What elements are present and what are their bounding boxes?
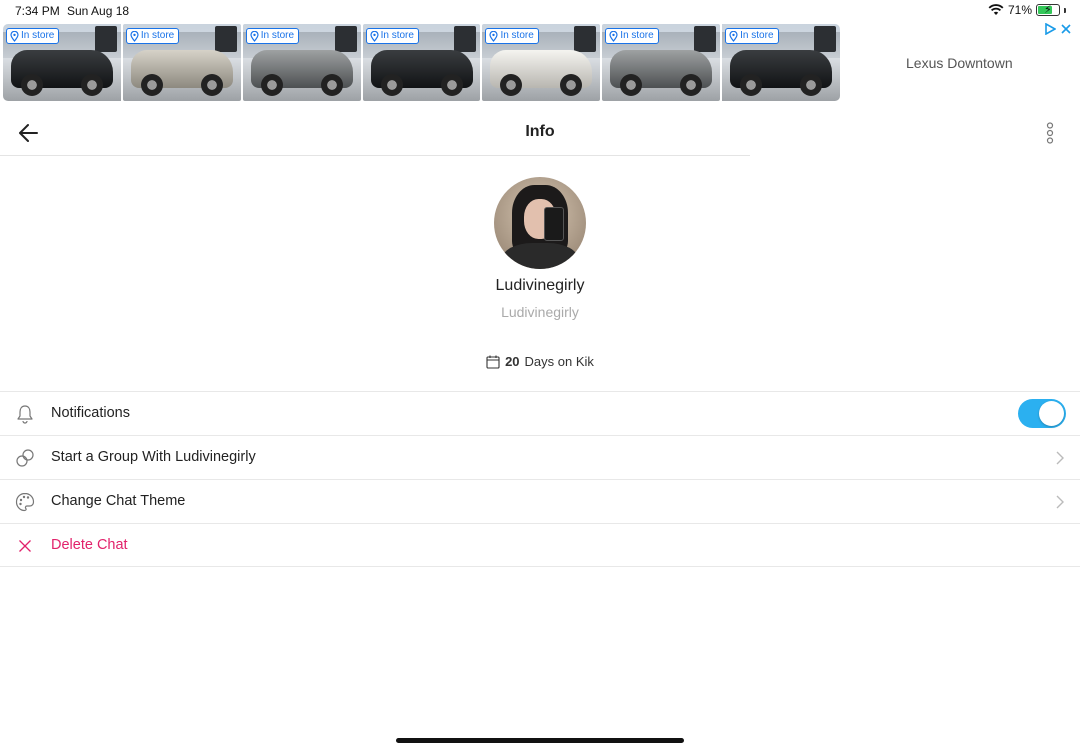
wifi-icon [988, 4, 1004, 15]
avatar-phone [544, 207, 564, 241]
username: Ludivinegirly [501, 304, 579, 320]
toggle-knob [1039, 401, 1064, 426]
ad-advertiser-name[interactable]: Lexus Downtown [906, 55, 1013, 71]
ad-car-card[interactable]: In store [242, 24, 361, 101]
home-indicator[interactable] [396, 738, 684, 743]
chevron-right-icon [1056, 495, 1064, 509]
avatar-body [502, 243, 578, 269]
wheel [440, 74, 463, 96]
start-group-row[interactable]: Start a Group With Ludivinegirly [0, 435, 1080, 479]
ad-car-card[interactable]: In store [122, 24, 241, 101]
x-icon [19, 540, 31, 552]
status-time: 7:34 PM [15, 4, 60, 18]
ad-car-card[interactable]: In store [3, 24, 121, 101]
lexus-sign [454, 26, 477, 52]
page-title: Info [525, 123, 555, 140]
display-name: Ludivinegirly [495, 277, 585, 294]
in-store-label: In store [740, 30, 774, 41]
delete-chat-label: Delete Chat [51, 537, 128, 553]
wheel [620, 74, 643, 96]
header-divider [0, 155, 750, 156]
in-store-label: In store [140, 30, 175, 41]
in-store-label: In store [500, 30, 534, 41]
in-store-badge: In store [6, 28, 60, 44]
wheel [500, 74, 523, 96]
avatar[interactable] [494, 177, 586, 269]
days-on-kik: 20 Days on Kik [0, 354, 1080, 369]
in-store-badge: In store [725, 28, 779, 44]
wheel [21, 74, 43, 96]
in-store-badge: In store [365, 28, 419, 44]
pin-icon [729, 30, 738, 42]
days-count: 20 [505, 354, 520, 369]
info-header: Info [0, 110, 1080, 156]
pin-icon [250, 30, 259, 42]
palette-icon [15, 492, 35, 512]
calendar-icon [486, 355, 500, 369]
wheel [380, 74, 403, 96]
in-store-badge: In store [125, 28, 180, 44]
ad-car-card[interactable]: In store [482, 24, 601, 101]
chevron-right-icon [1056, 451, 1064, 465]
more-options-button[interactable] [1042, 122, 1058, 144]
lexus-sign [814, 26, 837, 52]
charging-bolt-icon: ⚡ [1044, 4, 1052, 16]
in-store-label: In store [620, 30, 654, 41]
wheel [260, 74, 283, 96]
ad-choices-icon[interactable] [1044, 23, 1056, 35]
lexus-sign [694, 26, 717, 52]
status-date: Sun Aug 18 [67, 4, 130, 18]
pin-icon [369, 30, 379, 42]
notifications-toggle[interactable] [1018, 399, 1066, 428]
status-indicators: 71% ⚡ [988, 3, 1066, 17]
wheel [800, 74, 823, 96]
lexus-sign [574, 26, 597, 52]
pin-icon [10, 30, 19, 42]
settings-list: Notifications Start a Group With Ludivin… [0, 391, 1080, 567]
pin-icon [609, 30, 618, 42]
vertical-dots-icon[interactable] [1042, 122, 1058, 144]
in-store-label: In store [380, 30, 414, 41]
lexus-sign [334, 26, 357, 52]
wheel [740, 74, 763, 96]
notifications-row[interactable]: Notifications [0, 391, 1080, 435]
wheel [320, 74, 343, 96]
wheel [560, 74, 583, 96]
notifications-label: Notifications [51, 405, 130, 421]
in-store-label: In store [21, 30, 55, 41]
ad-car-card[interactable]: In store [602, 24, 721, 101]
ad-choices[interactable] [1044, 23, 1072, 35]
start-group-label: Start a Group With Ludivinegirly [51, 449, 256, 465]
wheel [81, 74, 103, 96]
ad-banner[interactable]: In store In store In store In store In s… [0, 22, 1080, 104]
lexus-sign [94, 26, 117, 52]
in-store-badge: In store [485, 28, 539, 44]
bell-icon [17, 405, 33, 424]
in-store-label: In store [260, 30, 295, 41]
delete-chat-row[interactable]: Delete Chat [0, 523, 1080, 567]
wheel [680, 74, 703, 96]
wheel [200, 74, 223, 96]
close-icon[interactable] [1060, 23, 1072, 35]
ad-car-card[interactable]: In store [722, 24, 841, 101]
battery-icon: ⚡ [1036, 4, 1060, 16]
in-store-badge: In store [605, 28, 659, 44]
wheel [140, 74, 163, 96]
change-theme-label: Change Chat Theme [51, 493, 186, 509]
group-icon [16, 449, 34, 467]
in-store-badge: In store [245, 28, 300, 44]
status-bar: 7:34 PM Sun Aug 18 71% ⚡ [0, 0, 1080, 22]
ad-image-strip[interactable]: In store In store In store In store In s… [3, 24, 841, 101]
lexus-sign [214, 26, 237, 52]
pin-icon [130, 30, 139, 42]
ad-car-card[interactable]: In store [362, 24, 481, 101]
battery-percent: 71% [1007, 3, 1032, 17]
change-theme-row[interactable]: Change Chat Theme [0, 479, 1080, 523]
days-suffix: Days on Kik [524, 354, 594, 369]
pin-icon [489, 30, 499, 42]
battery-cap [1064, 7, 1066, 13]
